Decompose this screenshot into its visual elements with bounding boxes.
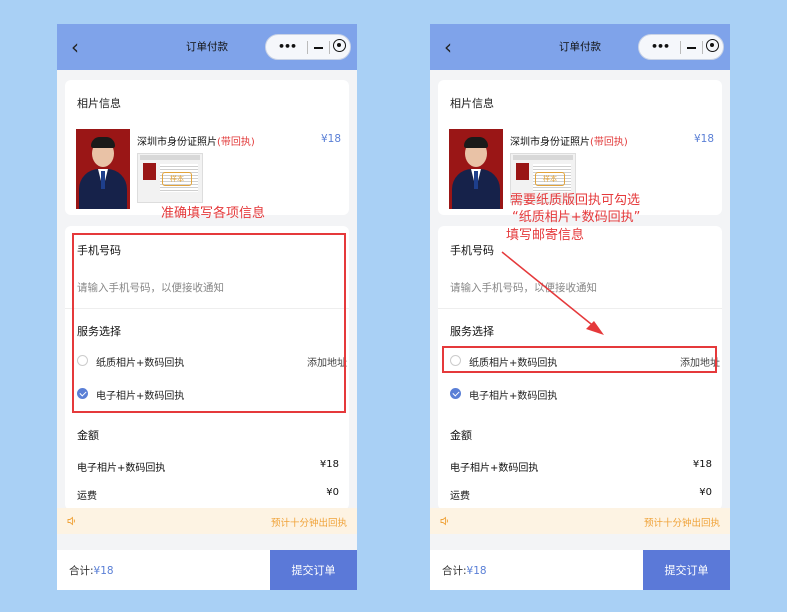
bottom-bar: 合计:¥18 提交订单 xyxy=(430,550,730,590)
product-price: ¥18 xyxy=(320,133,341,145)
product-tag: (带回执) xyxy=(217,137,255,148)
navbar: ‹ 订单付款 ••• xyxy=(430,24,730,70)
amount-item-value: ¥18 xyxy=(319,459,339,470)
amount-item-label: 电子相片+数码回执 xyxy=(77,463,166,474)
notice-text: 预计十分钟出回执 xyxy=(644,518,721,529)
navbar: ‹ 订单付款 ••• xyxy=(57,24,357,70)
photo-info-title: 相片信息 xyxy=(450,97,494,110)
amount-item-label: 电子相片+数码回执 xyxy=(450,463,539,474)
receipt-thumbnail: 样本 xyxy=(137,153,203,203)
shipping-value: ¥0 xyxy=(699,487,712,498)
amount-title: 金额 xyxy=(450,429,472,442)
capsule-divider xyxy=(680,41,681,54)
product-name: 深圳市身份证照片(带回执) xyxy=(137,137,255,148)
annotation-highlight-box xyxy=(72,233,346,413)
submit-order-button[interactable]: 提交订单 xyxy=(270,550,357,590)
close-target-icon[interactable] xyxy=(333,39,346,52)
annotation-right-line3: 填写邮寄信息 xyxy=(506,228,585,243)
photo-info-card: 相片信息 深圳市身份证照片(带回执) ¥18 样本 xyxy=(65,80,349,215)
amount-item-value: ¥18 xyxy=(692,459,712,470)
capsule-divider xyxy=(702,41,703,54)
notice-text: 预计十分钟出回执 xyxy=(271,518,348,529)
id-photo-thumbnail xyxy=(76,129,130,209)
amount-card: 金额 电子相片+数码回执 ¥18 运费 ¥0 xyxy=(65,410,349,510)
total-value: ¥18 xyxy=(466,565,487,577)
more-icon[interactable]: ••• xyxy=(649,40,671,54)
annotation-highlight-box xyxy=(442,346,717,373)
speaker-icon xyxy=(67,516,75,526)
more-icon[interactable]: ••• xyxy=(276,40,298,54)
minimize-icon[interactable] xyxy=(314,47,323,49)
total: 合计:¥18 xyxy=(442,565,487,577)
minimize-icon[interactable] xyxy=(687,47,696,49)
bottom-bar: 合计:¥18 提交订单 xyxy=(57,550,357,590)
sample-stamp: 样本 xyxy=(535,172,565,186)
submit-order-button[interactable]: 提交订单 xyxy=(643,550,730,590)
annotation-right-line1: 需要纸质版回执可勾选 xyxy=(510,193,641,208)
total-value: ¥18 xyxy=(93,565,114,577)
photo-info-title: 相片信息 xyxy=(77,97,121,110)
speaker-icon xyxy=(440,516,448,526)
shipping-label: 运费 xyxy=(450,491,470,502)
capsule-divider xyxy=(307,41,308,54)
annotation-right-line2: “纸质相片+数码回执” xyxy=(512,210,641,225)
phone-screen-right: ‹ 订单付款 ••• 相片信息 深圳市身份证照片(带回执) ¥18 样本 手机号… xyxy=(430,24,730,590)
mini-program-capsule: ••• xyxy=(638,34,724,60)
product-price: ¥18 xyxy=(693,133,714,145)
mini-program-capsule: ••• xyxy=(265,34,351,60)
total: 合计:¥18 xyxy=(69,565,114,577)
option-label: 电子相片+数码回执 xyxy=(469,391,558,402)
annotation-left: 准确填写各项信息 xyxy=(161,206,266,221)
notice-bar: 预计十分钟出回执 xyxy=(430,508,730,534)
notice-bar: 预计十分钟出回执 xyxy=(57,508,357,534)
phone-number-input[interactable] xyxy=(450,277,700,299)
phone-number-label: 手机号码 xyxy=(450,244,494,257)
amount-title: 金额 xyxy=(77,429,99,442)
capsule-divider xyxy=(329,41,330,54)
id-photo-thumbnail xyxy=(449,129,503,209)
service-select-label: 服务选择 xyxy=(450,325,494,338)
product-tag: (带回执) xyxy=(590,137,628,148)
amount-card: 金额 电子相片+数码回执 ¥18 运费 ¥0 xyxy=(438,410,722,510)
product-name: 深圳市身份证照片(带回执) xyxy=(510,137,628,148)
close-target-icon[interactable] xyxy=(706,39,719,52)
shipping-value: ¥0 xyxy=(326,487,339,498)
sample-stamp: 样本 xyxy=(162,172,192,186)
shipping-label: 运费 xyxy=(77,491,97,502)
divider xyxy=(438,308,722,309)
option-digital-photo[interactable]: 电子相片+数码回执 xyxy=(450,384,720,404)
radio-checked[interactable] xyxy=(450,388,461,399)
